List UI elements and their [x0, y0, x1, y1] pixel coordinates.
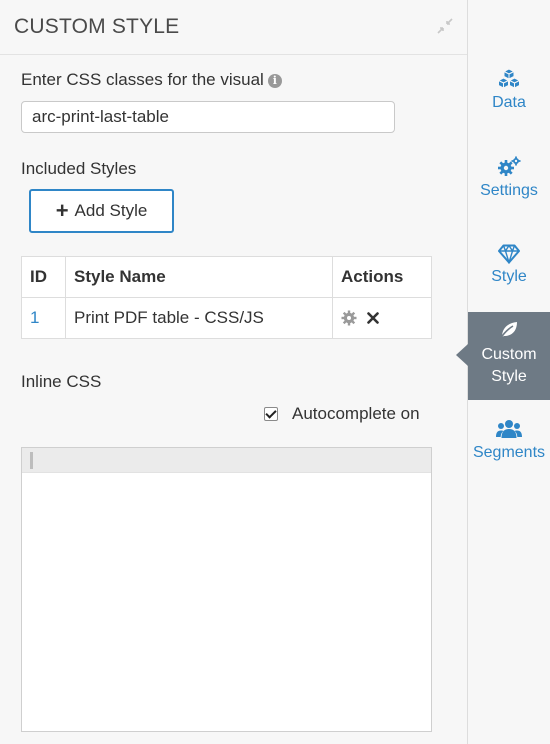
- gear-icon[interactable]: [341, 310, 357, 326]
- sidebar-item-data[interactable]: Data: [468, 68, 550, 112]
- header-id: ID: [21, 256, 66, 298]
- autocomplete-label: Autocomplete on: [292, 404, 420, 423]
- header-actions: Actions: [332, 256, 432, 298]
- sidebar-label-custom: Custom: [481, 346, 537, 363]
- table-row: 1 Print PDF table - CSS/JS: [21, 297, 432, 339]
- css-classes-input[interactable]: [21, 101, 395, 133]
- remove-icon[interactable]: [367, 312, 379, 324]
- inline-css-editor[interactable]: [21, 447, 432, 732]
- sidebar-label-data: Data: [492, 94, 526, 111]
- sidebar-label-style-line: Style: [491, 368, 527, 385]
- sidebar-item-segments[interactable]: Segments: [468, 418, 550, 462]
- sidebar-label-settings: Settings: [480, 182, 538, 199]
- autocomplete-checkbox[interactable]: [264, 407, 278, 421]
- autocomplete-toggle[interactable]: Autocomplete on: [264, 404, 420, 424]
- row-actions: [332, 297, 432, 339]
- included-styles-table: ID Style Name Actions 1 Print PDF table …: [21, 256, 432, 339]
- right-sidebar: Data Settings Style Custom Style Segment…: [456, 0, 550, 744]
- leaf-icon: [499, 322, 517, 340]
- editor-active-line: [22, 448, 431, 473]
- panel-title: CUSTOM STYLE: [14, 15, 180, 38]
- included-styles-label: Included Styles: [21, 159, 137, 178]
- sidebar-item-settings[interactable]: Settings: [468, 156, 550, 200]
- gears-icon: [498, 156, 521, 176]
- info-icon[interactable]: i: [267, 74, 282, 88]
- users-icon: [496, 420, 522, 438]
- diamond-icon: [498, 244, 520, 264]
- sidebar-item-custom-style[interactable]: Custom Style: [456, 312, 550, 400]
- add-style-button[interactable]: + Add Style: [29, 189, 174, 233]
- add-style-label: Add Style: [74, 201, 148, 220]
- custom-style-panel: CUSTOM STYLE Enter CSS classes for the v…: [0, 0, 468, 744]
- css-classes-label: Enter CSS classes for the visual i: [21, 70, 282, 90]
- table-header-row: ID Style Name Actions: [21, 256, 432, 298]
- editor-gutter: [30, 452, 33, 469]
- collapse-icon[interactable]: [435, 16, 455, 36]
- sidebar-label-segments: Segments: [472, 444, 546, 461]
- sidebar-label-style: Style: [491, 268, 527, 285]
- plus-icon: +: [55, 198, 69, 223]
- cubes-icon: [497, 68, 521, 89]
- inline-css-label: Inline CSS: [21, 372, 102, 391]
- panel-header: CUSTOM STYLE: [0, 0, 467, 55]
- row-id[interactable]: 1: [21, 297, 66, 339]
- row-style-name: Print PDF table - CSS/JS: [65, 297, 333, 339]
- header-style-name: Style Name: [65, 256, 333, 298]
- sidebar-item-style[interactable]: Style: [468, 244, 550, 286]
